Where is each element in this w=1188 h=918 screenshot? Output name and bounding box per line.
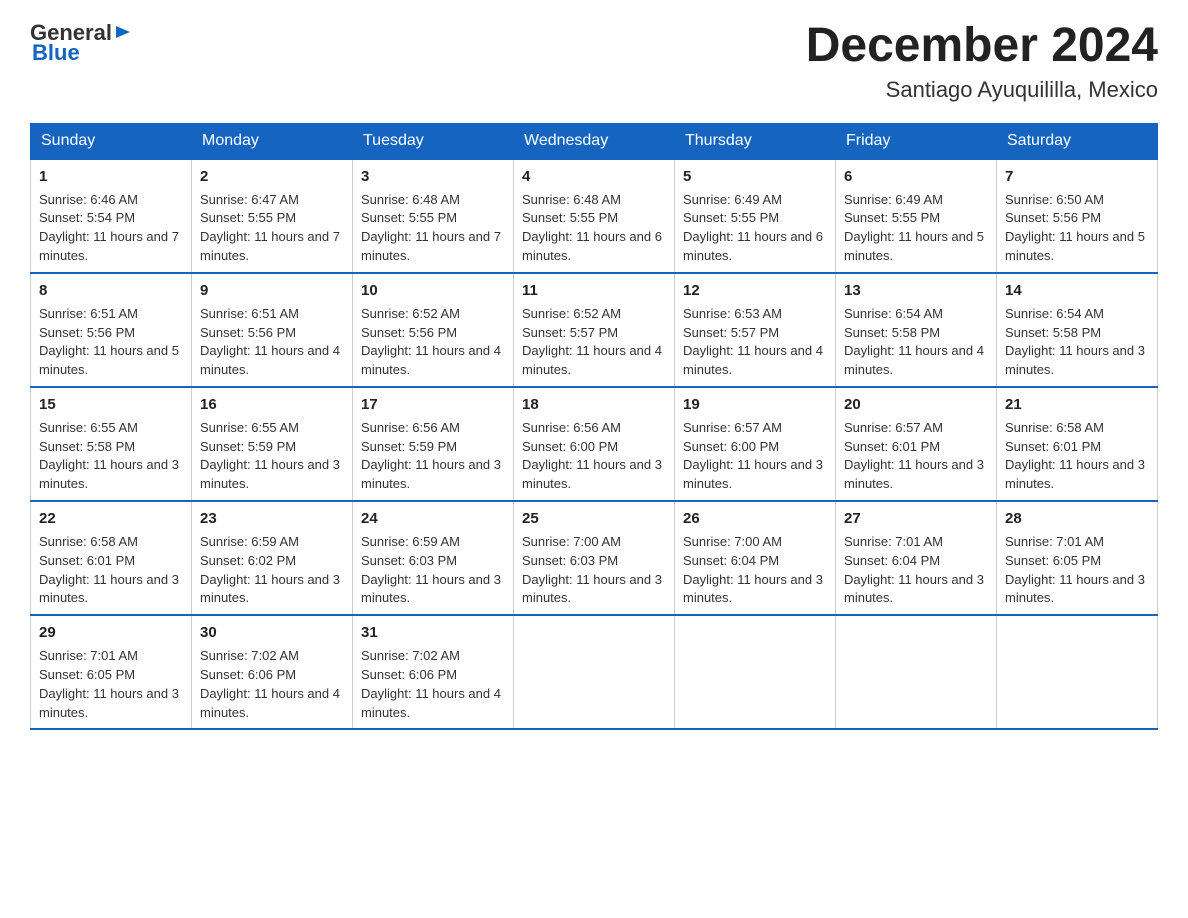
day-number: 16 bbox=[200, 394, 344, 416]
calendar-cell: 27Sunrise: 7:01 AMSunset: 6:04 PMDayligh… bbox=[836, 501, 997, 615]
day-number: 28 bbox=[1005, 508, 1149, 530]
day-number: 22 bbox=[39, 508, 183, 530]
day-number: 13 bbox=[844, 280, 988, 302]
calendar-table: SundayMondayTuesdayWednesdayThursdayFrid… bbox=[30, 123, 1158, 731]
calendar-cell: 18Sunrise: 6:56 AMSunset: 6:00 PMDayligh… bbox=[514, 387, 675, 501]
calendar-header-row: SundayMondayTuesdayWednesdayThursdayFrid… bbox=[31, 123, 1158, 159]
calendar-cell: 23Sunrise: 6:59 AMSunset: 6:02 PMDayligh… bbox=[192, 501, 353, 615]
day-header-thursday: Thursday bbox=[675, 123, 836, 159]
day-number: 11 bbox=[522, 280, 666, 302]
day-header-wednesday: Wednesday bbox=[514, 123, 675, 159]
calendar-cell: 9Sunrise: 6:51 AMSunset: 5:56 PMDaylight… bbox=[192, 273, 353, 387]
day-number: 17 bbox=[361, 394, 505, 416]
calendar-cell: 13Sunrise: 6:54 AMSunset: 5:58 PMDayligh… bbox=[836, 273, 997, 387]
day-header-saturday: Saturday bbox=[997, 123, 1158, 159]
day-header-sunday: Sunday bbox=[31, 123, 192, 159]
calendar-cell: 8Sunrise: 6:51 AMSunset: 5:56 PMDaylight… bbox=[31, 273, 192, 387]
calendar-cell: 21Sunrise: 6:58 AMSunset: 6:01 PMDayligh… bbox=[997, 387, 1158, 501]
day-number: 3 bbox=[361, 166, 505, 188]
day-number: 18 bbox=[522, 394, 666, 416]
calendar-cell: 1Sunrise: 6:46 AMSunset: 5:54 PMDaylight… bbox=[31, 159, 192, 273]
page-header: General Blue December 2024 Santiago Ayuq… bbox=[30, 20, 1158, 103]
calendar-cell: 4Sunrise: 6:48 AMSunset: 5:55 PMDaylight… bbox=[514, 159, 675, 273]
day-number: 12 bbox=[683, 280, 827, 302]
calendar-week-row: 29Sunrise: 7:01 AMSunset: 6:05 PMDayligh… bbox=[31, 615, 1158, 729]
day-header-friday: Friday bbox=[836, 123, 997, 159]
calendar-cell bbox=[514, 615, 675, 729]
day-number: 20 bbox=[844, 394, 988, 416]
day-header-monday: Monday bbox=[192, 123, 353, 159]
day-header-tuesday: Tuesday bbox=[353, 123, 514, 159]
day-number: 26 bbox=[683, 508, 827, 530]
day-number: 5 bbox=[683, 166, 827, 188]
day-number: 14 bbox=[1005, 280, 1149, 302]
calendar-cell bbox=[836, 615, 997, 729]
calendar-cell: 24Sunrise: 6:59 AMSunset: 6:03 PMDayligh… bbox=[353, 501, 514, 615]
calendar-week-row: 15Sunrise: 6:55 AMSunset: 5:58 PMDayligh… bbox=[31, 387, 1158, 501]
day-number: 27 bbox=[844, 508, 988, 530]
calendar-cell: 26Sunrise: 7:00 AMSunset: 6:04 PMDayligh… bbox=[675, 501, 836, 615]
calendar-cell: 28Sunrise: 7:01 AMSunset: 6:05 PMDayligh… bbox=[997, 501, 1158, 615]
calendar-week-row: 22Sunrise: 6:58 AMSunset: 6:01 PMDayligh… bbox=[31, 501, 1158, 615]
day-number: 10 bbox=[361, 280, 505, 302]
calendar-cell: 12Sunrise: 6:53 AMSunset: 5:57 PMDayligh… bbox=[675, 273, 836, 387]
calendar-title: December 2024 bbox=[806, 20, 1158, 73]
calendar-cell: 10Sunrise: 6:52 AMSunset: 5:56 PMDayligh… bbox=[353, 273, 514, 387]
calendar-subtitle: Santiago Ayuquililla, Mexico bbox=[806, 77, 1158, 103]
day-number: 7 bbox=[1005, 166, 1149, 188]
logo-blue: Blue bbox=[32, 40, 80, 66]
day-number: 9 bbox=[200, 280, 344, 302]
calendar-cell: 25Sunrise: 7:00 AMSunset: 6:03 PMDayligh… bbox=[514, 501, 675, 615]
calendar-cell bbox=[997, 615, 1158, 729]
calendar-cell: 19Sunrise: 6:57 AMSunset: 6:00 PMDayligh… bbox=[675, 387, 836, 501]
day-number: 6 bbox=[844, 166, 988, 188]
logo: General Blue bbox=[30, 20, 132, 66]
calendar-cell: 16Sunrise: 6:55 AMSunset: 5:59 PMDayligh… bbox=[192, 387, 353, 501]
calendar-week-row: 8Sunrise: 6:51 AMSunset: 5:56 PMDaylight… bbox=[31, 273, 1158, 387]
calendar-cell: 11Sunrise: 6:52 AMSunset: 5:57 PMDayligh… bbox=[514, 273, 675, 387]
calendar-cell bbox=[675, 615, 836, 729]
day-number: 25 bbox=[522, 508, 666, 530]
day-number: 15 bbox=[39, 394, 183, 416]
calendar-cell: 30Sunrise: 7:02 AMSunset: 6:06 PMDayligh… bbox=[192, 615, 353, 729]
calendar-cell: 2Sunrise: 6:47 AMSunset: 5:55 PMDaylight… bbox=[192, 159, 353, 273]
day-number: 4 bbox=[522, 166, 666, 188]
calendar-cell: 5Sunrise: 6:49 AMSunset: 5:55 PMDaylight… bbox=[675, 159, 836, 273]
day-number: 1 bbox=[39, 166, 183, 188]
title-section: December 2024 Santiago Ayuquililla, Mexi… bbox=[806, 20, 1158, 103]
day-number: 31 bbox=[361, 622, 505, 644]
day-number: 24 bbox=[361, 508, 505, 530]
calendar-cell: 31Sunrise: 7:02 AMSunset: 6:06 PMDayligh… bbox=[353, 615, 514, 729]
calendar-cell: 22Sunrise: 6:58 AMSunset: 6:01 PMDayligh… bbox=[31, 501, 192, 615]
calendar-cell: 20Sunrise: 6:57 AMSunset: 6:01 PMDayligh… bbox=[836, 387, 997, 501]
day-number: 23 bbox=[200, 508, 344, 530]
day-number: 2 bbox=[200, 166, 344, 188]
calendar-cell: 17Sunrise: 6:56 AMSunset: 5:59 PMDayligh… bbox=[353, 387, 514, 501]
day-number: 29 bbox=[39, 622, 183, 644]
calendar-cell: 6Sunrise: 6:49 AMSunset: 5:55 PMDaylight… bbox=[836, 159, 997, 273]
calendar-cell: 15Sunrise: 6:55 AMSunset: 5:58 PMDayligh… bbox=[31, 387, 192, 501]
calendar-cell: 14Sunrise: 6:54 AMSunset: 5:58 PMDayligh… bbox=[997, 273, 1158, 387]
logo-triangle-icon bbox=[116, 24, 132, 40]
calendar-week-row: 1Sunrise: 6:46 AMSunset: 5:54 PMDaylight… bbox=[31, 159, 1158, 273]
day-number: 30 bbox=[200, 622, 344, 644]
calendar-cell: 7Sunrise: 6:50 AMSunset: 5:56 PMDaylight… bbox=[997, 159, 1158, 273]
day-number: 21 bbox=[1005, 394, 1149, 416]
day-number: 19 bbox=[683, 394, 827, 416]
day-number: 8 bbox=[39, 280, 183, 302]
calendar-cell: 3Sunrise: 6:48 AMSunset: 5:55 PMDaylight… bbox=[353, 159, 514, 273]
calendar-cell: 29Sunrise: 7:01 AMSunset: 6:05 PMDayligh… bbox=[31, 615, 192, 729]
